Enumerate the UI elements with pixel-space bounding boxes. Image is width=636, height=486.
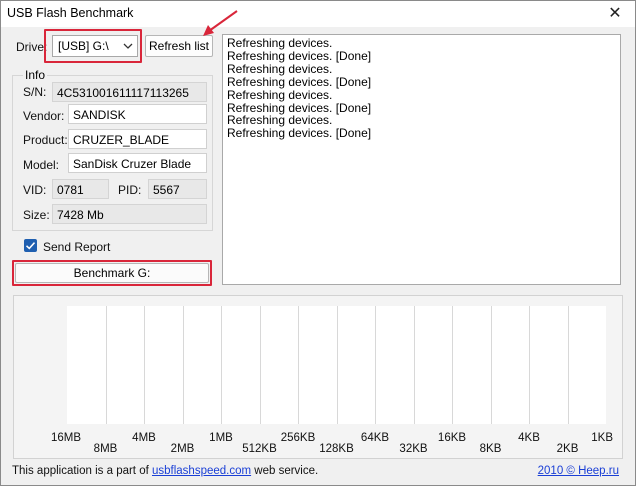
x-tick-label: 2MB [170,443,195,455]
chart-gridline [259,306,261,424]
footer-prefix: This application is a part of [12,465,152,477]
drive-label: Drive: [16,40,48,54]
window-title: USB Flash Benchmark [7,6,134,20]
title-bar: USB Flash Benchmark ✕ [1,1,635,27]
size-field[interactable]: 7428 Mb [52,204,207,224]
x-tick-label: 16KB [437,432,467,444]
x-tick-label: 256KB [280,432,316,444]
send-report-label: Send Report [43,240,111,254]
drive-select-value: [USB] G:\ [58,39,109,53]
app-window: USB Flash Benchmark ✕ Drive: [USB] G:\ R… [0,0,636,486]
benchmark-chart: 16MB 8MB 4MB 2MB 1MB 512KB 256KB 128KB 64KB 32KB 1… [13,295,623,459]
chart-gridline [182,306,184,424]
chart-plot-area [67,306,606,424]
vid-field[interactable]: 0781 [52,179,109,199]
pid-field[interactable]: 5567 [148,179,207,199]
chart-gridline [105,306,107,424]
log-line: Refreshing devices. [227,36,333,50]
chart-gridline [221,306,222,424]
pid-label: PID: [118,183,142,197]
send-report-checkbox[interactable] [24,239,37,252]
log-line: Refreshing devices. [Done] [227,74,372,89]
x-tick-label: 16MB [50,432,81,444]
x-tick-label: 1MB [209,432,233,444]
sn-label: S/N: [23,85,47,99]
x-tick-label: 2KB [556,443,579,455]
chart-gridline [298,306,299,424]
chart-gridline [567,306,569,424]
chart-gridline [490,306,492,424]
x-tick-label: 1KB [591,432,613,444]
vendor-field[interactable]: SANDISK [68,104,207,124]
chart-gridline [375,306,376,424]
chart-gridline [452,306,453,424]
size-label: Size: [23,208,50,222]
benchmark-highlight [12,260,212,286]
product-field[interactable]: CRUZER_BLADE [68,129,207,149]
model-field[interactable]: SanDisk Cruzer Blade [68,153,207,173]
log-line: Refreshing devices. [227,87,333,102]
chart-gridline [413,306,415,424]
sn-field[interactable]: 4C531001611117113265 [52,82,207,102]
copyright-link[interactable]: 2010 © Heep.ru [538,465,619,477]
log-line: Refreshing devices. [227,61,333,76]
x-tick-label: 4MB [132,432,156,444]
drive-select[interactable]: [USB] G:\ [52,35,138,57]
vendor-label: Vendor: [23,109,65,123]
log-line: Refreshing devices. [Done] [227,48,372,63]
info-legend: Info [23,68,48,82]
checkmark-icon [25,242,36,250]
close-button[interactable]: ✕ [595,1,635,27]
x-tick-label: 512KB [242,443,277,455]
x-tick-label: 128KB [319,443,354,455]
x-tick-label: 4KB [518,432,540,444]
log-line: Refreshing devices. [Done] [227,126,372,141]
footer-suffix: web service. [251,465,319,477]
chart-gridline [336,306,338,424]
x-tick-label: 8KB [479,443,502,455]
x-tick-label: 64KB [360,432,390,444]
log-output[interactable]: Refreshing devices. Refreshing devices. [… [222,34,621,285]
vid-label: VID: [23,183,47,197]
model-label: Model: [23,158,60,172]
chevron-down-icon [123,36,133,64]
product-label: Product: [23,133,68,147]
chart-gridline [529,306,530,424]
footer-text: This application is a part of usbflashsp… [12,465,318,477]
chart-gridline [144,306,145,424]
usbflashspeed-link[interactable]: usbflashspeed.com [152,465,251,477]
x-tick-label: 32KB [399,443,428,455]
x-tick-label: 8MB [93,443,118,455]
